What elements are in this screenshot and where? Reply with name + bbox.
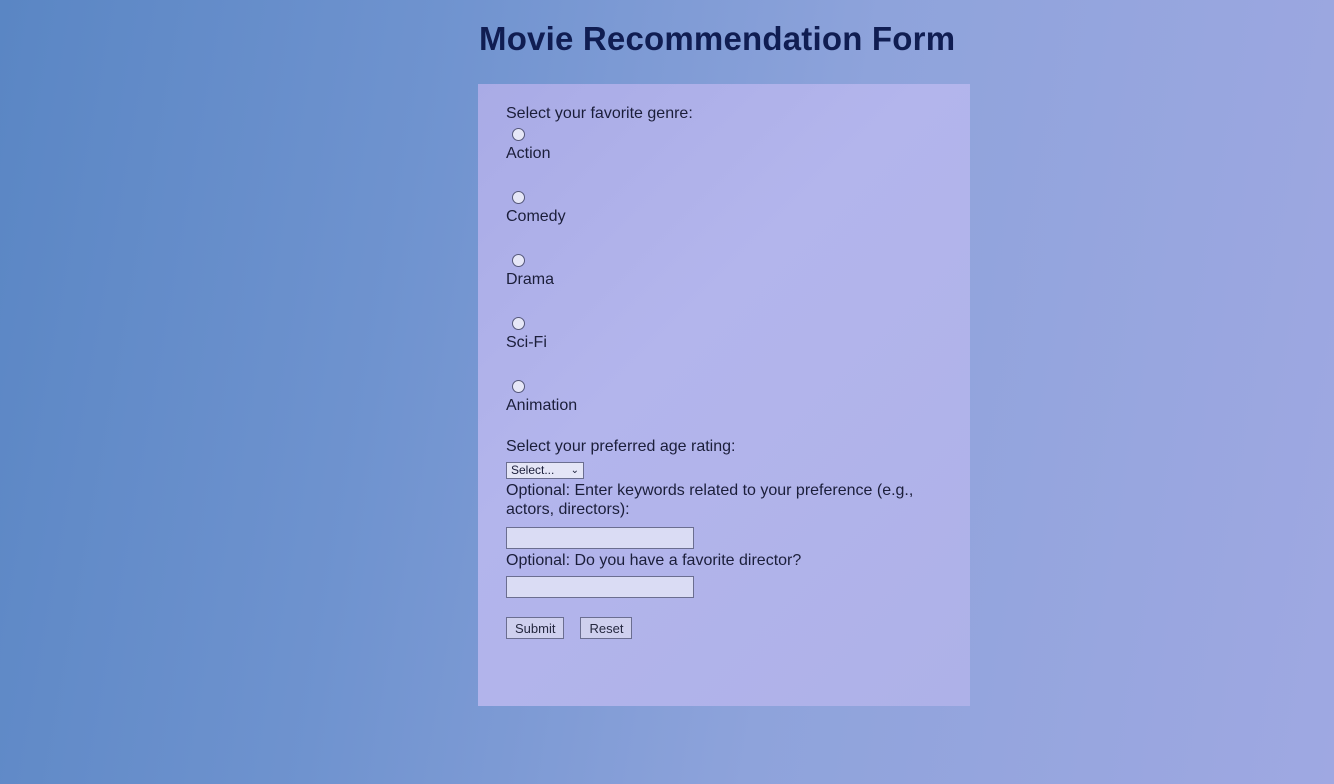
submit-button[interactable]: Submit — [506, 617, 565, 639]
genre-option-action[interactable]: Action — [506, 128, 946, 163]
genre-option-comedy[interactable]: Comedy — [506, 191, 946, 226]
director-input[interactable] — [506, 576, 694, 598]
genre-heading: Select your favorite genre: — [506, 105, 693, 122]
genre-label-action[interactable]: Action — [506, 145, 946, 163]
genre-label-drama[interactable]: Drama — [506, 271, 946, 289]
genre-option-animation[interactable]: Animation — [506, 380, 946, 415]
genre-radio-animation[interactable] — [512, 380, 525, 393]
reset-button[interactable]: Reset — [580, 617, 633, 639]
director-label: Optional: Do you have a favorite directo… — [506, 552, 802, 569]
genre-radio-comedy[interactable] — [512, 191, 525, 204]
age-rating-heading: Select your preferred age rating: — [506, 438, 736, 455]
genre-label-comedy[interactable]: Comedy — [506, 208, 946, 226]
form-buttons: Submit Reset — [506, 617, 946, 639]
genre-radio-scifi[interactable] — [512, 317, 525, 330]
page-title: Movie Recommendation Form — [479, 20, 956, 57]
keywords-input[interactable] — [506, 527, 694, 549]
genre-option-scifi[interactable]: Sci-Fi — [506, 317, 946, 352]
keywords-label: Optional: Enter keywords related to your… — [506, 482, 914, 518]
genre-radio-drama[interactable] — [512, 254, 525, 267]
age-rating-select-value: Select... — [511, 463, 555, 477]
chevron-down-icon: ⌄ — [570, 464, 579, 476]
genre-radio-action[interactable] — [512, 128, 525, 141]
movie-recommendation-form: Select your favorite genre: Action Comed… — [478, 84, 970, 706]
genre-label-animation[interactable]: Animation — [506, 397, 946, 415]
genre-label-scifi[interactable]: Sci-Fi — [506, 334, 946, 352]
age-rating-select[interactable]: Select... ⌄ — [506, 461, 584, 479]
genre-option-drama[interactable]: Drama — [506, 254, 946, 289]
